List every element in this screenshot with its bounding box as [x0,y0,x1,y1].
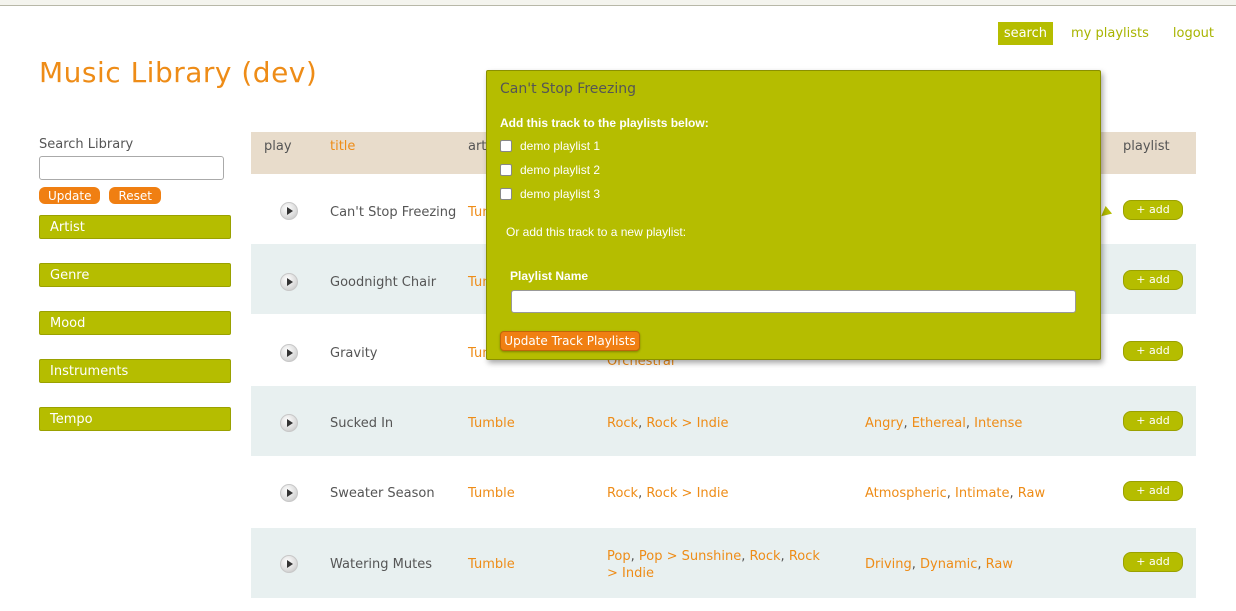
mood-link[interactable]: Driving [865,557,912,572]
nav-search[interactable]: search [997,22,1053,45]
playlist-name-label: Playlist Name [510,269,589,283]
track-artist[interactable]: Tumble [468,556,515,573]
track-title: Sucked In [330,416,394,431]
nav-my-playlists[interactable]: my playlists [1065,22,1155,45]
track-title: Watering Mutes [330,557,432,572]
genre-link[interactable]: Rock [607,486,638,501]
add-to-playlist-button[interactable]: + add [1123,481,1183,501]
track-genre: Rock, Rock > Indie [607,486,729,501]
search-library-label: Search Library [39,137,134,152]
mood-link[interactable]: Dynamic [920,557,977,572]
search-buttons: Update Reset [39,187,231,204]
track-mood: Driving, Dynamic, Raw [865,557,1013,572]
play-icon[interactable] [280,202,298,220]
playlist-option-label: demo playlist 1 [520,139,601,153]
popup-subtitle: Add this track to the playlists below: [500,116,709,130]
add-to-playlist-button[interactable]: + add [1123,270,1183,290]
update-button[interactable]: Update [39,187,101,204]
popup-title: Can't Stop Freezing [500,81,637,97]
track-artist[interactable]: Tumble [468,485,515,502]
playlist-checkbox[interactable] [500,188,512,200]
mood-link[interactable]: Atmospheric [865,486,947,501]
playlist-option-label: demo playlist 2 [520,163,601,177]
header-playlist: playlist [1123,139,1170,154]
reset-button[interactable]: Reset [109,187,161,204]
track-title: Can't Stop Freezing [330,205,457,220]
track-title: Goodnight Chair [330,275,437,290]
add-to-playlist-popup: Can't Stop Freezing Add this track to th… [486,70,1101,360]
mood-link[interactable]: Angry [865,416,903,431]
table-row: Watering Mutes Tumble Pop, Pop > Sunshin… [251,528,1196,598]
play-icon[interactable] [280,414,298,432]
facet-genre[interactable]: Genre [39,263,231,287]
top-nav: search my playlists logout [990,22,1220,45]
genre-link[interactable]: Rock > Indie [646,486,728,501]
mood-link[interactable]: Raw [1018,486,1045,501]
track-genre: Pop, Pop > Sunshine, Rock, Rock > Indie [607,549,820,581]
playlist-option[interactable]: demo playlist 2 [500,163,600,177]
genre-link[interactable]: Rock [607,416,638,431]
new-playlist-text: Or add this track to a new playlist: [506,225,687,239]
add-to-playlist-button[interactable]: + add [1123,200,1183,220]
browser-top-edge [0,0,1236,6]
nav-logout[interactable]: logout [1167,22,1220,45]
genre-link[interactable]: Rock > Indie [646,416,728,431]
sidebar: Search Library Update Reset Artist Genre… [39,137,231,455]
genre-link[interactable]: Rock [749,549,780,564]
mood-link[interactable]: Intense [974,416,1022,431]
facet-list: Artist Genre Mood Instruments Tempo [39,215,231,431]
search-input[interactable] [39,156,224,180]
track-title: Gravity [330,346,378,361]
playlist-name-input[interactable] [511,290,1076,313]
page-title: Music Library (dev) [39,56,318,89]
play-icon[interactable] [280,484,298,502]
playlist-option[interactable]: demo playlist 1 [500,139,600,153]
facet-tempo[interactable]: Tempo [39,407,231,431]
playlist-checkbox[interactable] [500,140,512,152]
header-title[interactable]: title [330,139,355,154]
mood-link[interactable]: Ethereal [912,416,966,431]
add-to-playlist-button[interactable]: + add [1123,411,1183,431]
mood-link[interactable]: Intimate [955,486,1010,501]
play-icon[interactable] [280,344,298,362]
header-play: play [264,139,292,154]
table-row: Sweater Season Tumble Rock, Rock > Indie… [251,456,1196,526]
play-icon[interactable] [280,273,298,291]
playlist-option[interactable]: demo playlist 3 [500,187,600,201]
track-artist[interactable]: Tumble [468,415,515,432]
track-title: Sweater Season [330,486,435,501]
playlist-checkbox[interactable] [500,164,512,176]
track-mood: Angry, Ethereal, Intense [865,416,1023,431]
table-row: Sucked In Tumble Rock, Rock > Indie Angr… [251,386,1196,456]
update-track-playlists-button[interactable]: Update Track Playlists [500,331,640,351]
add-to-playlist-button[interactable]: + add [1123,552,1183,572]
facet-mood[interactable]: Mood [39,311,231,335]
play-icon[interactable] [280,555,298,573]
genre-link[interactable]: Pop [607,549,631,564]
add-to-playlist-button[interactable]: + add [1123,341,1183,361]
playlist-option-label: demo playlist 3 [520,187,601,201]
header-artist[interactable]: art [468,139,486,154]
mood-link[interactable]: Raw [986,557,1013,572]
facet-instruments[interactable]: Instruments [39,359,231,383]
track-genre: Rock, Rock > Indie [607,416,729,431]
track-mood: Atmospheric, Intimate, Raw [865,486,1046,501]
genre-link[interactable]: Pop > Sunshine [639,549,741,564]
facet-artist[interactable]: Artist [39,215,231,239]
